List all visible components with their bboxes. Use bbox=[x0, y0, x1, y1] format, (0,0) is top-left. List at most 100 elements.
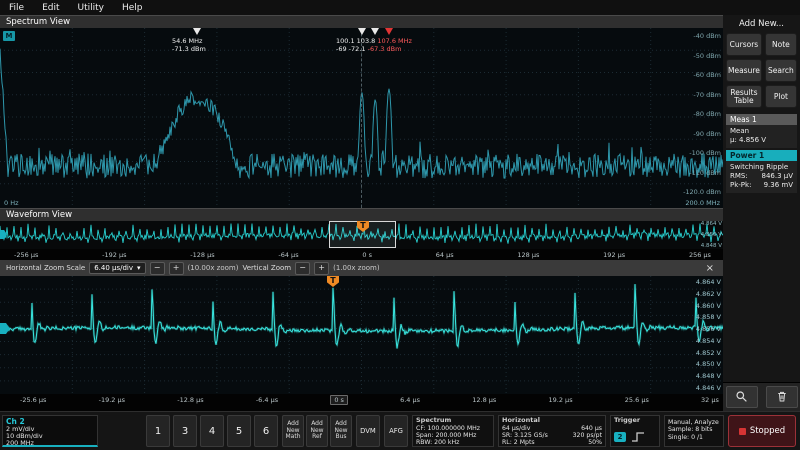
overview-time-label: 192 µs bbox=[603, 251, 625, 259]
zoom-time-label: 32 µs bbox=[701, 396, 719, 404]
menu-item[interactable]: File bbox=[0, 3, 33, 13]
menu-bar: FileEditUtilityHelp bbox=[0, 0, 800, 16]
horizontal-settings-panel[interactable]: Horizontal 64 µs/div 640 µs SR: 3.125 GS… bbox=[498, 415, 606, 447]
overview-time-label: -64 µs bbox=[278, 251, 298, 259]
horizontal-zoom-scale-select[interactable]: 6.40 µs/div ▾ bbox=[89, 262, 145, 274]
stopped-icon bbox=[739, 428, 746, 435]
add-new-ref-button[interactable]: Add New Ref bbox=[306, 415, 328, 447]
horizontal-zoom-scale-value: 6.40 µs/div bbox=[94, 264, 133, 272]
trigger-settings-panel[interactable]: Trigger 2 bbox=[610, 415, 660, 447]
add-new-bus-button[interactable]: Add New Bus bbox=[330, 415, 352, 447]
zoom-mode-button[interactable] bbox=[726, 386, 758, 408]
zoom-trace-canvas bbox=[0, 276, 723, 394]
add-new-button[interactable]: Measure bbox=[726, 59, 762, 82]
add-new-title: Add New... bbox=[723, 15, 800, 31]
math-spectrum-badge[interactable]: M bbox=[3, 31, 15, 41]
channel-button-group: 13456 bbox=[146, 415, 280, 447]
zoomed-waveform-plot[interactable]: T 4.864 V4.862 V4.860 V4.858 V4.856 V4.8… bbox=[0, 276, 723, 394]
afg-button[interactable]: AFG bbox=[384, 415, 408, 447]
marker-a-icon[interactable] bbox=[193, 28, 201, 35]
add-new-button[interactable]: Search bbox=[765, 59, 797, 82]
horizontal-record-length: RL: 2 Mpts bbox=[502, 439, 535, 446]
spectrum-panel-title: Spectrum bbox=[416, 417, 490, 425]
overview-time-label: -192 µs bbox=[102, 251, 126, 259]
results-sidebar: Add New... CursorsNoteMeasureSearchResul… bbox=[723, 15, 800, 411]
spectrum-rbw: RBW: 200 kHz bbox=[416, 439, 490, 446]
delete-button[interactable] bbox=[766, 386, 798, 408]
menu-item[interactable]: Utility bbox=[69, 3, 113, 13]
channel-button[interactable]: 4 bbox=[200, 415, 224, 447]
power1-rms-label: RMS: bbox=[730, 172, 748, 181]
add-new-button[interactable]: Cursors bbox=[726, 33, 762, 56]
power1-header: Power 1 bbox=[726, 150, 797, 161]
zoom-time-label: 6.4 µs bbox=[400, 396, 420, 404]
spectrum-x-start-label: 0 Hz bbox=[4, 199, 19, 207]
horizontal-zoom-factor: (10.00x zoom) bbox=[188, 264, 239, 272]
spectrum-cf: CF: 100.000000 MHz bbox=[416, 425, 490, 432]
marker-1-label: 54.6 MHz -71.3 dBm bbox=[172, 37, 206, 53]
close-zoom-icon[interactable]: × bbox=[703, 263, 717, 274]
menu-item[interactable]: Edit bbox=[33, 3, 68, 13]
magnifier-icon bbox=[735, 388, 748, 407]
channel-button[interactable]: 1 bbox=[146, 415, 170, 447]
sidebar-footer bbox=[723, 382, 800, 411]
marker-b-icon[interactable] bbox=[358, 28, 366, 35]
acquisition-settings-panel[interactable]: Manual, Analyze Sample: 8 bits Single: 0… bbox=[664, 415, 724, 447]
chevron-down-icon: ▾ bbox=[137, 264, 141, 272]
horizontal-zoom-out-button[interactable]: − bbox=[150, 262, 165, 275]
add-math-line: Math bbox=[285, 434, 300, 441]
acquisition-single: Single: 0 /1 bbox=[668, 434, 720, 441]
horizontal-sample-rate: SR: 3.125 GS/s bbox=[502, 432, 548, 439]
reference-marker-icon[interactable] bbox=[385, 28, 393, 35]
acquisition-mode: Manual, Analyze bbox=[668, 419, 720, 426]
spectrum-plot[interactable]: M 54.6 MHz -71.3 dBm 100.1 103.8 107.6 M… bbox=[0, 28, 723, 208]
marker-group-levels: -69 -72.1 bbox=[336, 45, 366, 53]
horizontal-scale: 64 µs/div bbox=[502, 425, 530, 432]
add-new-button[interactable]: Note bbox=[765, 33, 797, 56]
dvm-button[interactable]: DVM bbox=[356, 415, 380, 447]
trigger-panel-title: Trigger bbox=[614, 417, 656, 425]
channel-button[interactable]: 3 bbox=[173, 415, 197, 447]
power1-pkpk-value: 9.36 mV bbox=[764, 181, 793, 190]
zoom-time-label: 12.8 µs bbox=[472, 396, 496, 404]
marker-c-icon[interactable] bbox=[371, 28, 379, 35]
trigger-source-chip: 2 bbox=[614, 432, 626, 442]
channel-button[interactable]: 5 bbox=[227, 415, 251, 447]
spectrum-view-title: Spectrum View bbox=[0, 15, 723, 29]
vertical-zoom-in-button[interactable]: + bbox=[314, 262, 329, 275]
channel-button[interactable]: 6 bbox=[254, 415, 278, 447]
menu-item[interactable]: Help bbox=[113, 3, 152, 13]
spectrum-x-end-label: 200.0 MHz bbox=[685, 199, 720, 207]
stopped-label: Stopped bbox=[750, 426, 785, 436]
add-ref-line: Ref bbox=[312, 434, 322, 441]
measurement-badge-meas1[interactable]: Meas 1 Mean µ: 4.856 V bbox=[726, 114, 797, 148]
add-new-math-button[interactable]: Add New Math bbox=[282, 415, 304, 447]
add-new-button[interactable]: Plot bbox=[765, 85, 797, 108]
run-stop-button[interactable]: Stopped bbox=[728, 415, 796, 447]
channel-2-badge[interactable]: Ch 2 2 mV/div 10 dBm/div 200 MHz bbox=[2, 415, 98, 447]
display-area: Spectrum View M 54.6 MHz -71.3 dBm 100.1… bbox=[0, 15, 724, 411]
overview-time-axis: -256 µs-192 µs-128 µs-64 µs0 s64 µs128 µ… bbox=[0, 249, 723, 260]
spectrum-settings-panel[interactable]: Spectrum CF: 100.000000 MHz Span: 200.00… bbox=[412, 415, 494, 447]
oscilloscope-app: FileEditUtilityHelp Spectrum View M 54.6… bbox=[0, 0, 800, 450]
zoom-time-label: -12.8 µs bbox=[177, 396, 203, 404]
measurement-badge-power1[interactable]: Power 1 Switching Ripple RMS: 846.3 µV P… bbox=[726, 150, 797, 193]
add-bus-line: Bus bbox=[335, 434, 346, 441]
marker-group-freqs: 100.1 103.8 bbox=[336, 37, 375, 45]
horizontal-position: 50% bbox=[588, 439, 602, 446]
zoom-toolbar: Horizontal Zoom Scale 6.40 µs/div ▾ − + … bbox=[0, 260, 723, 276]
acquisition-sample: Sample: 8 bits bbox=[668, 426, 720, 433]
settings-bar: Ch 2 2 mV/div 10 dBm/div 200 MHz 13456 A… bbox=[0, 411, 800, 450]
overview-time-label: 0 s bbox=[362, 251, 372, 259]
waveform-overview-strip[interactable]: T 4.864 V4.856 V4.848 V bbox=[0, 221, 723, 249]
add-new-button[interactable]: Results Table bbox=[726, 85, 762, 108]
waveform-view-title: Waveform View bbox=[0, 208, 723, 222]
overview-time-label: -128 µs bbox=[190, 251, 214, 259]
horizontal-zoom-in-button[interactable]: + bbox=[169, 262, 184, 275]
marker-1-freq: 54.6 MHz bbox=[172, 37, 206, 45]
zoom-time-label: 25.6 µs bbox=[625, 396, 649, 404]
trash-icon bbox=[776, 388, 788, 407]
zoom-time-label: -25.6 µs bbox=[20, 396, 46, 404]
spectrum-view-panel: Spectrum View M 54.6 MHz -71.3 dBm 100.1… bbox=[0, 15, 723, 208]
vertical-zoom-out-button[interactable]: − bbox=[295, 262, 310, 275]
